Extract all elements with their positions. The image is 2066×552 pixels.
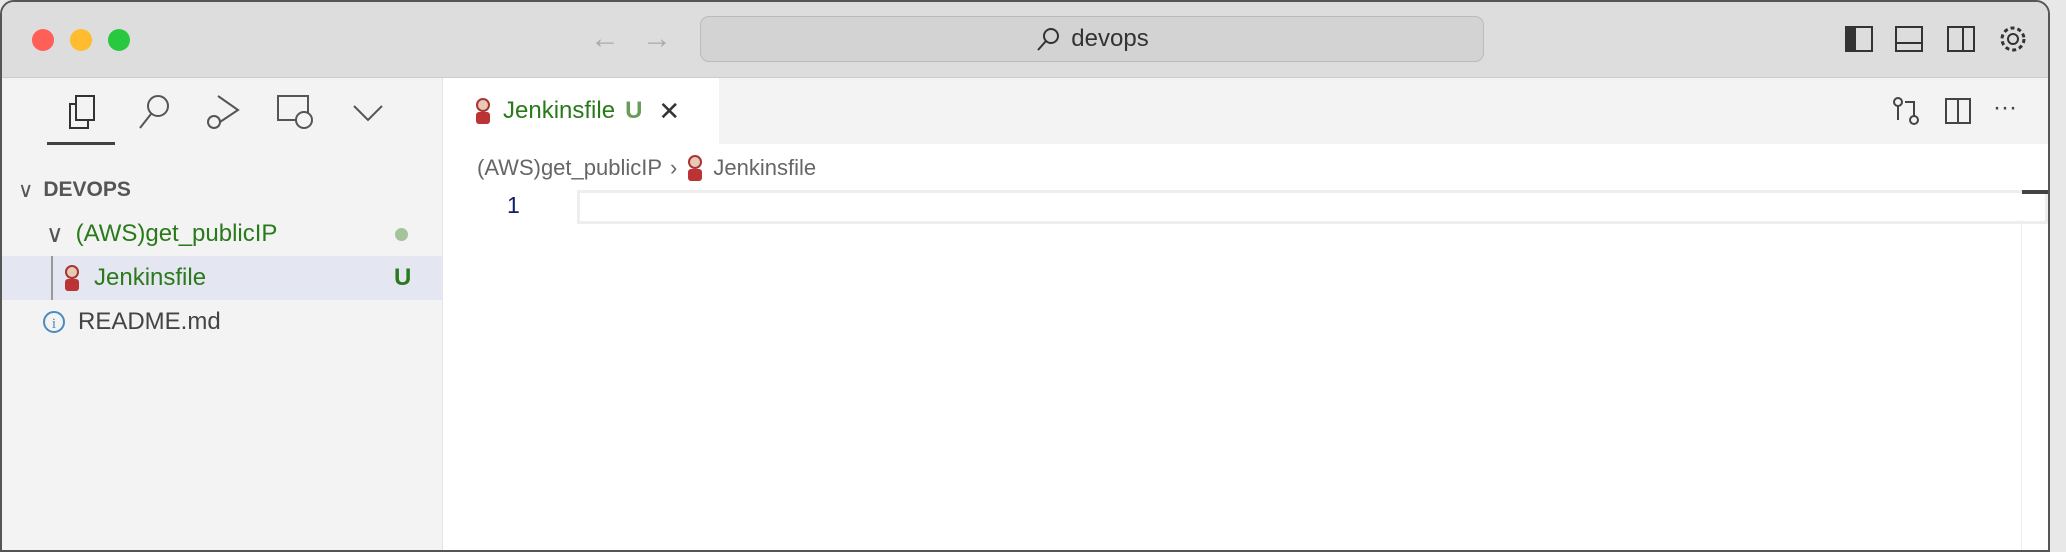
- settings-gear-icon[interactable]: [1998, 24, 2028, 54]
- untracked-badge: U: [625, 97, 643, 124]
- command-center-search[interactable]: devops: [700, 16, 1484, 62]
- breadcrumb-file[interactable]: Jenkinsfile: [713, 155, 816, 181]
- title-bar: ← → devops: [2, 2, 2048, 78]
- split-editor-icon[interactable]: [1943, 96, 1973, 126]
- toggle-sidebar-icon[interactable]: [1844, 24, 1874, 54]
- search-icon: [1037, 28, 1060, 51]
- close-icon[interactable]: ✕: [658, 96, 680, 127]
- remote-explorer-icon[interactable]: [274, 90, 318, 134]
- toggle-panel-icon[interactable]: [1894, 24, 1924, 54]
- breadcrumb: (AWS)get_publicIP › Jenkinsfile: [477, 154, 816, 182]
- tree-guide: [51, 256, 53, 300]
- more-chevron-icon[interactable]: [346, 90, 390, 134]
- file-label: README.md: [78, 308, 221, 335]
- info-icon: i: [43, 311, 65, 333]
- chevron-down-icon: ∨: [18, 178, 34, 202]
- file-label: Jenkinsfile: [94, 264, 207, 291]
- jenkins-icon: [688, 155, 703, 181]
- editor-area: Jenkinsfile U ✕ ··· (AWS)get_publicIP › …: [443, 78, 2048, 550]
- code-editor-current-line[interactable]: [577, 190, 2048, 224]
- breadcrumb-folder[interactable]: (AWS)get_publicIP: [477, 155, 662, 181]
- close-window-button[interactable]: [32, 29, 54, 51]
- file-item-readme[interactable]: i README.md: [2, 300, 443, 344]
- active-indicator: [47, 142, 115, 145]
- minimap-divider: [2021, 220, 2022, 550]
- chevron-down-icon: ∨: [46, 220, 64, 248]
- folder-label: (AWS)get_publicIP: [75, 220, 278, 247]
- minimize-window-button[interactable]: [70, 29, 92, 51]
- toggle-secondary-sidebar-icon[interactable]: [1946, 24, 1976, 54]
- maximize-window-button[interactable]: [108, 29, 130, 51]
- svg-text:i: i: [52, 316, 56, 332]
- more-actions-icon[interactable]: ···: [1993, 94, 2017, 122]
- jenkins-icon: [476, 98, 490, 124]
- folder-item[interactable]: ∨ (AWS)get_publicIP: [2, 212, 443, 256]
- section-title: DEVOPS: [43, 178, 131, 201]
- section-header-devops[interactable]: ∨ DEVOPS: [2, 168, 443, 212]
- file-item-jenkinsfile[interactable]: Jenkinsfile U: [2, 256, 443, 300]
- tab-jenkinsfile[interactable]: Jenkinsfile U ✕: [443, 78, 719, 144]
- explorer-sidebar: ∨ DEVOPS ∨ (AWS)get_publicIP Jenkinsfile…: [2, 78, 443, 550]
- back-arrow-icon[interactable]: ←: [590, 22, 620, 56]
- modified-dot-icon: [395, 227, 408, 241]
- run-debug-icon[interactable]: [202, 90, 246, 134]
- tab-label: Jenkinsfile: [503, 97, 616, 124]
- search-icon[interactable]: [132, 90, 176, 134]
- open-changes-icon[interactable]: [1891, 96, 1921, 126]
- jenkins-icon: [65, 265, 79, 291]
- explorer-icon[interactable]: [60, 90, 104, 134]
- overview-ruler-cursor: [2022, 190, 2048, 194]
- chevron-right-icon: ›: [670, 155, 678, 180]
- vscode-window: ← → devops ∨ DEVOPS ∨ (AWS)get_publicIP …: [0, 0, 2050, 552]
- line-number: 1: [507, 192, 520, 218]
- tab-bar: Jenkinsfile U ✕ ···: [443, 78, 2048, 144]
- untracked-badge: U: [394, 264, 412, 291]
- forward-arrow-icon[interactable]: →: [642, 22, 672, 56]
- search-text: devops: [1071, 25, 1149, 52]
